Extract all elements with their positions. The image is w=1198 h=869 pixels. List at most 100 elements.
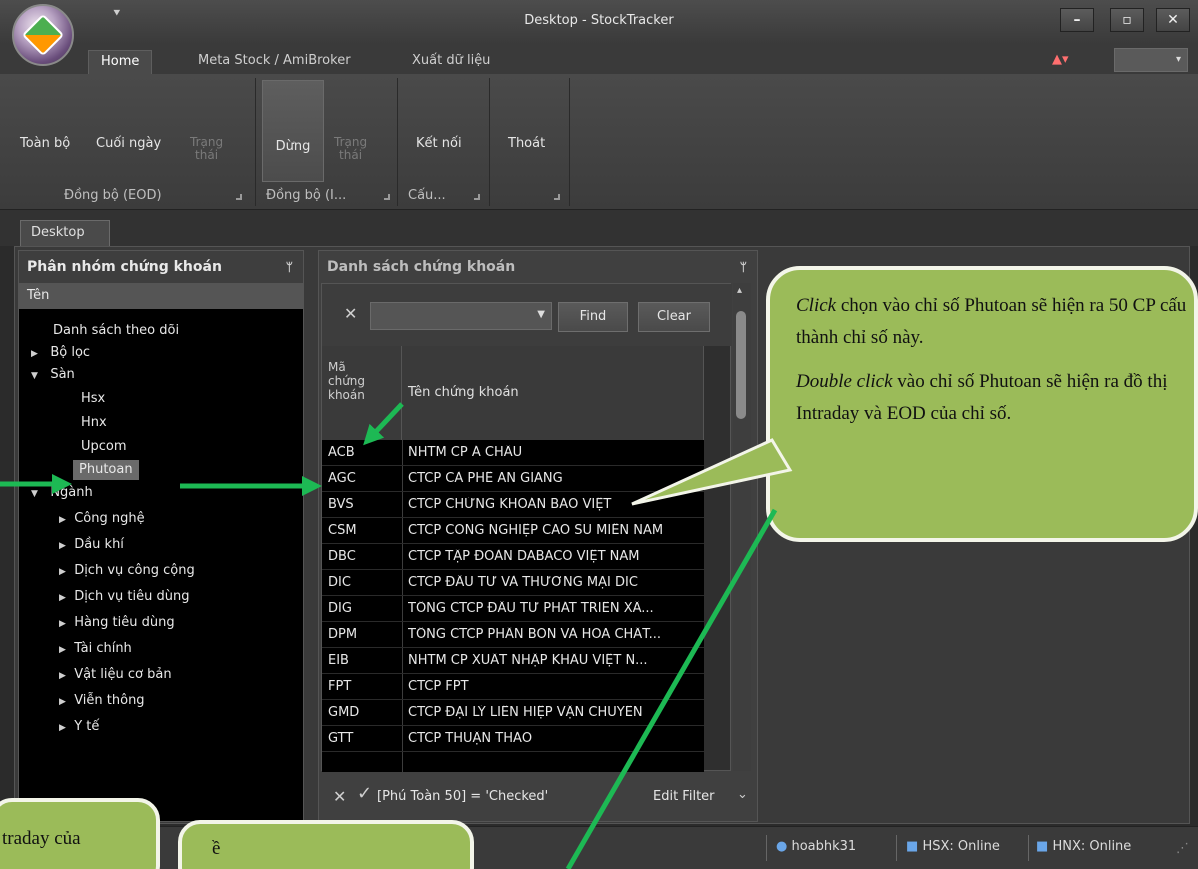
code-header-line-1: Mã <box>328 360 346 374</box>
name-column-header[interactable]: Tên <box>19 283 303 309</box>
expand-arrow-icon[interactable]: ▶ <box>59 619 66 629</box>
tree-item-finance[interactable]: ▶ Tài chính <box>59 639 132 659</box>
stock-name: CTCP ĐẠI LÝ LIÊN HIỆP VẬN CHUYỂN <box>408 705 643 720</box>
vertical-scrollbar[interactable]: ▴ <box>733 283 751 771</box>
tab-metastock[interactable]: Meta Stock / AmiBroker <box>186 50 363 74</box>
expand-arrow-icon[interactable]: ▶ <box>59 645 66 655</box>
table-row[interactable]: FPT CTCP FPT <box>322 674 704 700</box>
tree-item-health[interactable]: ▶ Y tế <box>59 717 99 737</box>
tree-item-phutoan[interactable]: Phutoan <box>73 460 139 480</box>
filter-dropdown-icon[interactable]: ⌄ <box>737 787 748 802</box>
table-row[interactable]: ACB NHTM CP Á CHÂU <box>322 440 704 466</box>
expand-arrow-icon[interactable]: ▶ <box>59 697 66 707</box>
find-panel: ✕ ▼ Find Clear <box>322 284 732 346</box>
title-bar: ⯆ Desktop - StockTracker – ▫ ✕ <box>0 0 1198 66</box>
stock-name: CTCP TẬP ĐOÀN DABACO VIỆT NAM <box>408 549 640 564</box>
code-column-header[interactable]: Mã chứng khoán <box>322 346 402 440</box>
table-row[interactable]: GMD CTCP ĐẠI LÝ LIÊN HIỆP VẬN CHUYỂN <box>322 700 704 726</box>
tree-item-hnx[interactable]: Hnx <box>81 413 107 433</box>
group-eod-launcher-icon[interactable] <box>236 194 242 200</box>
intraday-status-label-2: thái <box>339 148 363 162</box>
sync-end-of-day-button[interactable]: Cuối ngày <box>96 136 161 151</box>
stop-button[interactable]: Dừng <box>262 80 324 182</box>
collapse-arrow-icon[interactable]: ▼ <box>31 371 38 381</box>
clear-filter-icon[interactable]: ✕ <box>333 787 346 806</box>
expand-arrow-icon[interactable]: ▶ <box>59 567 66 577</box>
tree-item-materials[interactable]: ▶ Vật liệu cơ bản <box>59 665 172 685</box>
table-row[interactable]: DIC CTCP ĐẦU TƯ VÀ THƯƠNG MẠI DIC <box>322 570 704 596</box>
group-intraday-launcher-icon[interactable] <box>384 194 390 200</box>
table-row[interactable]: CSM CTCP CÔNG NGHIỆP CAO SU MIỀN NAM <box>322 518 704 544</box>
filter-expression[interactable]: [Phú Toàn 50] = 'Checked' <box>377 789 548 804</box>
pin-icon[interactable]: ᛘ <box>740 251 747 283</box>
resize-grip-icon[interactable]: ⋰ <box>1176 841 1189 856</box>
table-row[interactable]: DBC CTCP TẬP ĐOÀN DABACO VIỆT NAM <box>322 544 704 570</box>
tree-item-utilities[interactable]: ▶ Dịch vụ công cộng <box>59 561 195 581</box>
table-row[interactable]: AGC CTCP CÀ PHÊ AN GIANG <box>322 466 704 492</box>
intraday-status-button[interactable]: Trạng thái <box>334 136 367 162</box>
tree-item-telecom-label: Viễn thông <box>74 693 145 708</box>
skin-combo[interactable]: ▾ <box>1114 48 1188 72</box>
close-find-icon[interactable]: ✕ <box>344 304 357 323</box>
tab-desktop[interactable]: Desktop <box>20 220 110 246</box>
expand-arrow-icon[interactable]: ▶ <box>59 541 66 551</box>
filter-enabled-check-icon[interactable]: ✓ <box>357 783 372 804</box>
clear-button[interactable]: Clear <box>638 302 710 332</box>
tree-item-filter[interactable]: ▶ Bộ lọc <box>31 343 90 363</box>
stock-name: TỔNG CTCP PHÂN BÓN VÀ HÓA CHẤT... <box>408 627 661 642</box>
exit-button[interactable]: Thoát <box>508 136 545 151</box>
sync-all-button[interactable]: Toàn bộ <box>20 136 70 151</box>
table-row[interactable]: DIG TỔNG CTCP ĐẦU TƯ PHÁT TRIỂN XÂ... <box>322 596 704 622</box>
minimize-button[interactable]: – <box>1060 8 1094 32</box>
tab-home[interactable]: Home <box>88 50 153 74</box>
app-menu-orb[interactable] <box>12 4 74 66</box>
stock-grid: ✕ ▼ Find Clear Mã chứng khoán Tên chứng … <box>321 283 732 772</box>
stock-code: CSM <box>328 523 357 538</box>
stock-group-panel-header: Phân nhóm chứng khoán ᛘ <box>19 251 303 283</box>
edit-filter-button[interactable]: Edit Filter <box>653 789 715 804</box>
code-header-line-2: chứng <box>328 374 366 388</box>
find-input[interactable]: ▼ <box>370 302 552 330</box>
tab-export[interactable]: Xuất dữ liệu <box>400 50 502 74</box>
tree-item-consumer-goods[interactable]: ▶ Hàng tiêu dùng <box>59 613 175 633</box>
annotation-click-text: chọn vào chỉ số Phutoan sẽ hiện ra 50 CP… <box>796 295 1187 348</box>
expand-arrow-icon[interactable]: ▶ <box>59 515 66 525</box>
tree-item-oil[interactable]: ▶ Dầu khí <box>59 535 124 555</box>
tree-item-consumer-services[interactable]: ▶ Dịch vụ tiêu dùng <box>59 587 189 607</box>
group-exit-launcher-icon[interactable] <box>554 194 560 200</box>
chart-style-icon[interactable]: ▲▾ <box>1052 52 1092 70</box>
tree-item-telecom[interactable]: ▶ Viễn thông <box>59 691 145 711</box>
eod-status-button[interactable]: Trạng thái <box>190 136 223 162</box>
table-row[interactable]: BVS CTCP CHỨNG KHOÁN BẢO VIỆT <box>322 492 704 518</box>
tree-item-exchange[interactable]: ▼ Sàn <box>31 365 75 385</box>
expand-arrow-icon[interactable]: ▶ <box>59 723 66 733</box>
group-config-launcher-icon[interactable] <box>474 194 480 200</box>
find-button[interactable]: Find <box>558 302 628 332</box>
status-user: ● hoabhk31 <box>776 839 856 854</box>
name-column-header[interactable]: Tên chứng khoán <box>402 346 704 440</box>
stock-list-panel: Danh sách chứng khoán ᛘ ✕ ▼ Find Clear M… <box>318 250 758 822</box>
table-row[interactable]: GTT CTCP THUẬN THẢO <box>322 726 704 752</box>
expand-arrow-icon[interactable]: ▶ <box>31 349 38 359</box>
scroll-up-icon[interactable]: ▴ <box>737 285 742 296</box>
expand-arrow-icon[interactable]: ▶ <box>59 593 66 603</box>
filter-panel: ✕ ✓ [Phú Toàn 50] = 'Checked' Edit Filte… <box>321 777 755 817</box>
maximize-button[interactable]: ▫ <box>1110 8 1144 32</box>
ribbon-tabs: Home Meta Stock / AmiBroker Xuất dữ liệu <box>0 44 1198 74</box>
status-separator <box>1028 835 1029 861</box>
tree-item-upcom[interactable]: Upcom <box>81 437 127 457</box>
tree-item-hsx[interactable]: Hsx <box>81 389 105 409</box>
tree-item-consumer-services-label: Dịch vụ tiêu dùng <box>74 589 190 604</box>
scrollbar-thumb[interactable] <box>736 311 746 419</box>
expand-arrow-icon[interactable]: ▶ <box>59 671 66 681</box>
close-button[interactable]: ✕ <box>1156 8 1190 32</box>
dropdown-arrow-icon[interactable]: ▼ <box>537 309 545 320</box>
pin-icon[interactable]: ᛘ <box>286 251 293 283</box>
tree-item-watchlist[interactable]: Danh sách theo dõi <box>53 321 179 341</box>
table-row[interactable]: DPM TỔNG CTCP PHÂN BÓN VÀ HÓA CHẤT... <box>322 622 704 648</box>
connect-button[interactable]: Kết nối <box>416 136 462 151</box>
collapse-arrow-icon[interactable]: ▼ <box>31 489 38 499</box>
tree-item-tech[interactable]: ▶ Công nghệ <box>59 509 145 529</box>
tree-item-sector[interactable]: ▼ Ngành <box>31 483 93 503</box>
table-row[interactable]: EIB NHTM CP XUẤT NHẬP KHẨU VIỆT N... <box>322 648 704 674</box>
